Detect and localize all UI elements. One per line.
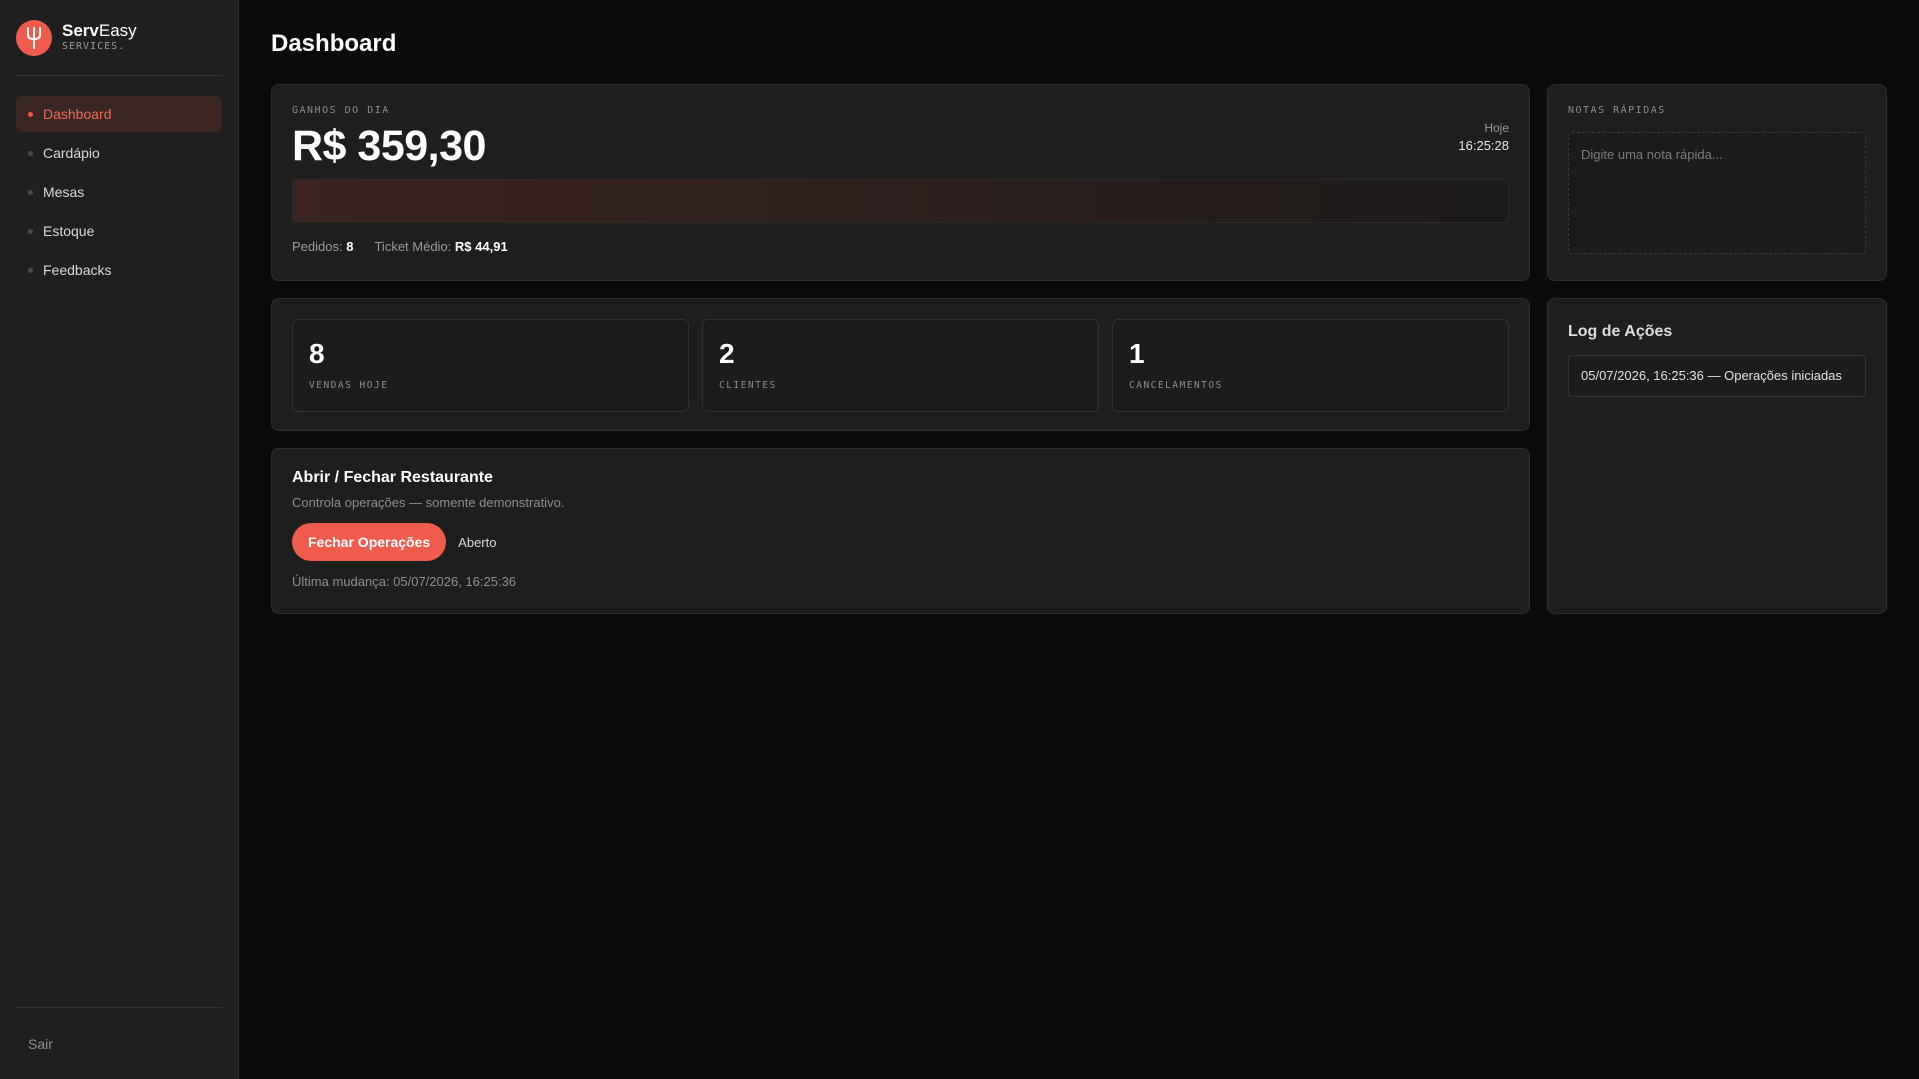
sidebar: ServEasy SERVICES. Dashboard Cardápio Me…	[0, 0, 239, 1079]
earnings-amount: R$ 359,30	[292, 122, 486, 170]
stat-label: CANCELAMENTOS	[1129, 380, 1223, 391]
sidebar-item-feedbacks[interactable]: Feedbacks	[16, 252, 222, 288]
sidebar-item-label: Feedbacks	[43, 262, 112, 278]
close-operations-button[interactable]: Fechar Operações	[292, 523, 447, 561]
ticket-value: R$ 44,91	[454, 239, 508, 254]
bullet-icon	[28, 189, 33, 195]
time-value: 16:25:28	[1458, 138, 1509, 153]
restaurant-toggle-card: Abrir / Fechar Restaurante Controla oper…	[271, 448, 1530, 614]
app-root: ServEasy SERVICES. Dashboard Cardápio Me…	[0, 0, 1919, 1079]
orders-value: 8	[346, 239, 354, 254]
ticket-label: Ticket Médio:	[374, 239, 452, 254]
page-title: Dashboard	[271, 30, 397, 57]
stat-value: 1	[1129, 338, 1145, 369]
restaurant-title: Abrir / Fechar Restaurante	[292, 469, 493, 486]
brand: ServEasy SERVICES.	[16, 0, 222, 76]
earnings-time: Hoje 16:25:28	[1458, 121, 1509, 153]
sidebar-nav: Dashboard Cardápio Mesas Estoque Feedbac…	[16, 96, 222, 288]
fork-icon	[16, 19, 52, 56]
earnings-bar-fill	[293, 180, 1508, 222]
bullet-icon	[28, 150, 33, 156]
sidebar-item-label: Mesas	[43, 184, 85, 200]
sidebar-item-label: Estoque	[43, 223, 95, 239]
stat-value: 2	[719, 338, 735, 369]
sidebar-item-cardapio[interactable]: Cardápio	[16, 135, 222, 171]
sidebar-item-dashboard[interactable]: Dashboard	[16, 96, 222, 132]
sidebar-item-label: Cardápio	[43, 145, 100, 161]
earnings-meta: Pedidos: 8 Ticket Médio: R$ 44,91	[292, 239, 1509, 254]
stat-clientes: 2 CLIENTES	[702, 319, 1099, 412]
log-title: Log de Ações	[1568, 323, 1673, 340]
sidebar-item-label: Dashboard	[43, 106, 112, 122]
log-card: Log de Ações 05/07/2026, 16:25:36 — Oper…	[1547, 298, 1887, 614]
status-badge: Aberto	[458, 534, 497, 550]
bullet-icon	[28, 267, 33, 273]
earnings-bar	[292, 179, 1509, 223]
notes-card: NOTAS RÁPIDAS	[1547, 84, 1887, 281]
stat-value: 8	[309, 338, 325, 369]
restaurant-description: Controla operações — somente demonstrati…	[292, 495, 565, 510]
dashboard-grid: GANHOS DO DIA R$ 359,30 Hoje 16:25:28 Pe…	[271, 84, 1887, 614]
sidebar-item-estoque[interactable]: Estoque	[16, 213, 222, 249]
stat-label: VENDAS HOJE	[309, 380, 389, 391]
log-entry: 05/07/2026, 16:25:36 — Operações iniciad…	[1568, 355, 1866, 398]
orders-label: Pedidos:	[292, 239, 343, 254]
right-column: NOTAS RÁPIDAS Log de Ações 05/07/2026, 1…	[1547, 84, 1887, 614]
notes-input[interactable]	[1568, 132, 1866, 254]
bullet-icon	[28, 228, 33, 234]
bullet-icon	[28, 111, 33, 117]
main-content: Dashboard GANHOS DO DIA R$ 359,30 Hoje 1…	[239, 0, 1919, 1079]
logout-link[interactable]: Sair	[28, 1036, 53, 1052]
earnings-card: GANHOS DO DIA R$ 359,30 Hoje 16:25:28 Pe…	[271, 84, 1530, 281]
brand-subtitle: SERVICES.	[62, 41, 126, 53]
stat-label: CLIENTES	[719, 380, 777, 391]
stats-card: 8 VENDAS HOJE 2 CLIENTES 1 CANCELAMENTOS	[271, 298, 1530, 431]
stat-vendas-hoje: 8 VENDAS HOJE	[292, 319, 689, 412]
restaurant-controls: Fechar Operações Aberto	[292, 523, 1509, 561]
stat-cancelamentos: 1 CANCELAMENTOS	[1112, 319, 1509, 412]
sidebar-footer: Sair	[16, 1007, 222, 1079]
time-label: Hoje	[1484, 121, 1509, 135]
left-column: GANHOS DO DIA R$ 359,30 Hoje 16:25:28 Pe…	[271, 84, 1530, 614]
sidebar-item-mesas[interactable]: Mesas	[16, 174, 222, 210]
brand-text: ServEasy SERVICES.	[62, 22, 137, 52]
earnings-label: GANHOS DO DIA	[292, 105, 390, 116]
last-change: Última mudança: 05/07/2026, 16:25:36	[292, 574, 517, 589]
brand-name: ServEasy	[62, 21, 137, 41]
notes-label: NOTAS RÁPIDAS	[1568, 105, 1666, 116]
